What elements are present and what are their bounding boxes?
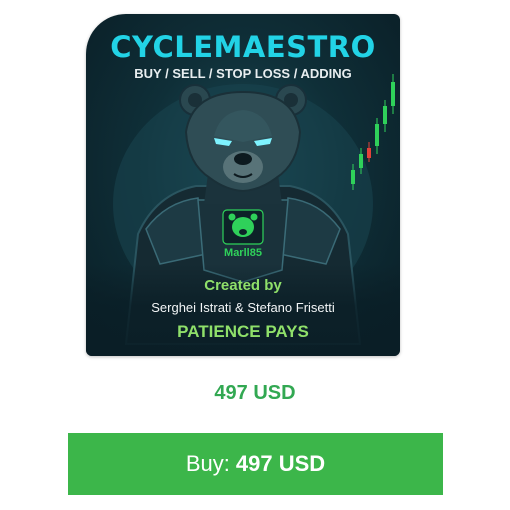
product-page: CYCLEMAESTRO BUY / SELL / STOP LOSS / AD… <box>0 0 510 510</box>
authors-label: Serghei Istrati & Stefano Frisetti <box>151 300 335 315</box>
badge-label: Marll85 <box>224 247 262 259</box>
price-label: 497 USD <box>214 382 296 404</box>
bear-badge-icon <box>222 209 264 245</box>
product-image[interactable]: CYCLEMAESTRO BUY / SELL / STOP LOSS / AD… <box>86 14 400 356</box>
motto-label: PATIENCE PAYS <box>177 322 309 341</box>
buy-button[interactable]: Buy: 497 USD <box>68 433 443 495</box>
product-title: CYCLEMAESTRO <box>110 30 376 64</box>
product-tagline: BUY / SELL / STOP LOSS / ADDING <box>134 66 352 81</box>
buy-button-prefix: Buy: <box>185 451 230 476</box>
buy-button-amount: 497 USD <box>235 451 326 476</box>
created-by-label: Created by <box>204 277 282 294</box>
